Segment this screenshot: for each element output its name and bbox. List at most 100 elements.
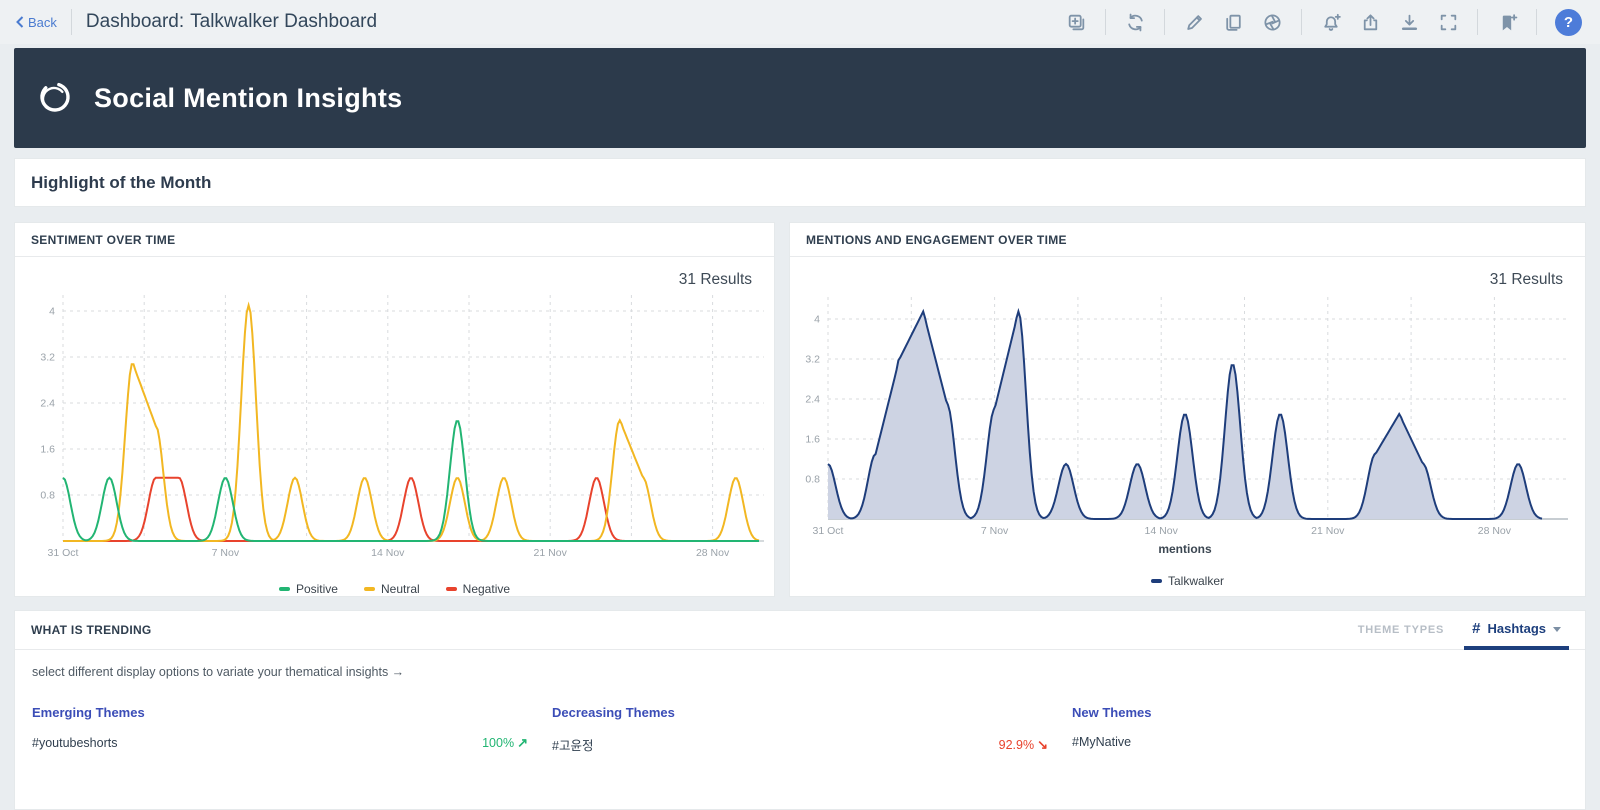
trending-panel: WHAT IS TRENDING THEME TYPES # Hashtags … xyxy=(14,610,1586,810)
svg-text:1.6: 1.6 xyxy=(40,444,55,456)
svg-text:7 Nov: 7 Nov xyxy=(981,525,1009,537)
theme-row: #고윤정 92.9% ↘ xyxy=(552,735,1048,754)
section-bar: Highlight of the Month xyxy=(14,158,1586,207)
divider xyxy=(1164,9,1165,35)
trend-down-icon: ↘ xyxy=(1037,737,1048,753)
svg-text:31 Oct: 31 Oct xyxy=(48,547,79,559)
section-title: Highlight of the Month xyxy=(31,173,211,193)
snapshot-icon[interactable] xyxy=(1257,7,1287,37)
sentiment-legend: Positive Neutral Negative xyxy=(15,582,774,596)
positive-marker xyxy=(279,587,290,591)
svg-text:0.8: 0.8 xyxy=(40,490,55,502)
svg-text:1.6: 1.6 xyxy=(805,434,820,446)
svg-text:0.8: 0.8 xyxy=(805,474,820,486)
page-title: Dashboard: Talkwalker Dashboard xyxy=(86,11,377,33)
theme-tag[interactable]: #MyNative xyxy=(1072,735,1131,749)
svg-text:28 Nov: 28 Nov xyxy=(696,547,730,559)
theme-percent: 92.9% xyxy=(999,738,1034,752)
neutral-marker xyxy=(364,587,375,591)
trending-title: WHAT IS TRENDING xyxy=(31,623,152,637)
help-button[interactable]: ? xyxy=(1555,9,1582,36)
sentiment-results-count: 31 Results xyxy=(15,257,774,289)
trend-up-icon: ↗ xyxy=(517,735,528,751)
divider xyxy=(1301,9,1302,35)
share-icon[interactable] xyxy=(1355,7,1385,37)
new-themes-column: New Themes #MyNative xyxy=(1072,705,1568,754)
divider xyxy=(71,9,72,35)
negative-marker xyxy=(446,587,457,591)
create-alert-icon[interactable] xyxy=(1316,7,1346,37)
svg-text:21 Nov: 21 Nov xyxy=(1311,525,1345,537)
theme-tag[interactable]: #youtubeshorts xyxy=(32,736,117,750)
emerging-themes-column: Emerging Themes #youtubeshorts 100% ↗ xyxy=(32,705,528,754)
hashtag-icon: # xyxy=(1472,620,1480,637)
decreasing-themes-column: Decreasing Themes #고윤정 92.9% ↘ xyxy=(552,705,1048,754)
svg-text:2.4: 2.4 xyxy=(40,398,55,410)
sentiment-panel-title: SENTIMENT OVER TIME xyxy=(15,223,774,257)
theme-row: #youtubeshorts 100% ↗ xyxy=(32,735,528,751)
talkwalker-marker xyxy=(1151,579,1162,583)
svg-text:4: 4 xyxy=(49,306,55,318)
divider xyxy=(1477,9,1478,35)
svg-text:28 Nov: 28 Nov xyxy=(1478,525,1512,537)
divider xyxy=(1105,9,1106,35)
dashboard-name: Talkwalker Dashboard xyxy=(190,11,377,33)
svg-text:3.2: 3.2 xyxy=(40,352,55,364)
add-bookmark-icon[interactable] xyxy=(1492,7,1522,37)
svg-text:mentions: mentions xyxy=(1158,542,1212,556)
charts-row: SENTIMENT OVER TIME 31 Results 0.8 1.6 2.4… xyxy=(14,222,1586,597)
theme-row: #MyNative xyxy=(1072,735,1568,749)
refresh-icon[interactable] xyxy=(1120,7,1150,37)
add-widget-icon[interactable] xyxy=(1061,7,1091,37)
tab-hashtags[interactable]: # Hashtags xyxy=(1464,611,1569,650)
mentions-panel-title: MENTIONS AND ENGAGEMENT OVER TIME xyxy=(790,223,1585,257)
theme-value: 100% ↗ xyxy=(482,735,528,751)
emerging-themes-header: Emerging Themes xyxy=(32,705,528,720)
sentiment-panel: SENTIMENT OVER TIME 31 Results 0.8 1.6 2.4… xyxy=(14,222,775,597)
svg-text:7 Nov: 7 Nov xyxy=(212,547,240,559)
mentions-legend: Talkwalker xyxy=(790,574,1585,588)
svg-text:2.4: 2.4 xyxy=(805,394,820,406)
theme-tag[interactable]: #고윤정 xyxy=(552,735,593,754)
dashboard-banner: Social Mention Insights xyxy=(14,48,1586,148)
sentiment-chart[interactable]: 0.8 1.6 2.4 3.2 4 31 Oct 7 Nov 14 Nov 21 Nov 28 N… xyxy=(23,291,768,573)
mentions-chart[interactable]: 0.8 1.6 2.4 3.2 4 31 Oct 7 Nov 14 Nov 21 Nov 28 N… xyxy=(798,291,1578,559)
trending-header: WHAT IS TRENDING THEME TYPES # Hashtags xyxy=(15,611,1585,650)
legend-item-positive[interactable]: Positive xyxy=(279,582,338,596)
page-title-prefix: Dashboard: xyxy=(86,11,184,33)
tab-hashtags-label: Hashtags xyxy=(1487,621,1546,636)
toolbar: ? xyxy=(1061,7,1582,37)
negative-label: Negative xyxy=(463,582,510,596)
duplicate-icon[interactable] xyxy=(1218,7,1248,37)
neutral-label: Neutral xyxy=(381,582,420,596)
legend-item-neutral[interactable]: Neutral xyxy=(364,582,420,596)
theme-columns: Emerging Themes #youtubeshorts 100% ↗ De… xyxy=(15,705,1585,754)
trending-hint: select different display options to vari… xyxy=(15,650,1585,679)
mentions-panel: MENTIONS AND ENGAGEMENT OVER TIME 31 Res… xyxy=(789,222,1586,597)
svg-text:31 Oct: 31 Oct xyxy=(813,525,844,537)
svg-text:4: 4 xyxy=(814,314,820,326)
download-icon[interactable] xyxy=(1394,7,1424,37)
new-themes-header: New Themes xyxy=(1072,705,1568,720)
svg-text:3.2: 3.2 xyxy=(805,354,820,366)
svg-text:21 Nov: 21 Nov xyxy=(534,547,568,559)
theme-value: 92.9% ↘ xyxy=(999,737,1048,753)
top-bar: Back Dashboard: Talkwalker Dashboard xyxy=(0,0,1600,44)
chevron-down-icon xyxy=(1553,627,1561,632)
positive-label: Positive xyxy=(296,582,338,596)
theme-type-switcher: THEME TYPES # Hashtags xyxy=(1358,611,1569,649)
back-label: Back xyxy=(28,15,57,30)
fullscreen-icon[interactable] xyxy=(1433,7,1463,37)
banner-title: Social Mention Insights xyxy=(94,83,402,114)
decreasing-themes-header: Decreasing Themes xyxy=(552,705,1048,720)
talkwalker-label: Talkwalker xyxy=(1168,574,1224,588)
legend-item-negative[interactable]: Negative xyxy=(446,582,510,596)
svg-text:14 Nov: 14 Nov xyxy=(1145,525,1179,537)
legend-item-talkwalker[interactable]: Talkwalker xyxy=(1151,574,1224,588)
svg-text:14 Nov: 14 Nov xyxy=(371,547,405,559)
mentions-results-count: 31 Results xyxy=(790,257,1585,289)
edit-icon[interactable] xyxy=(1179,7,1209,37)
divider xyxy=(1536,9,1537,35)
theme-types-label: THEME TYPES xyxy=(1358,624,1444,636)
back-button[interactable]: Back xyxy=(16,15,57,30)
